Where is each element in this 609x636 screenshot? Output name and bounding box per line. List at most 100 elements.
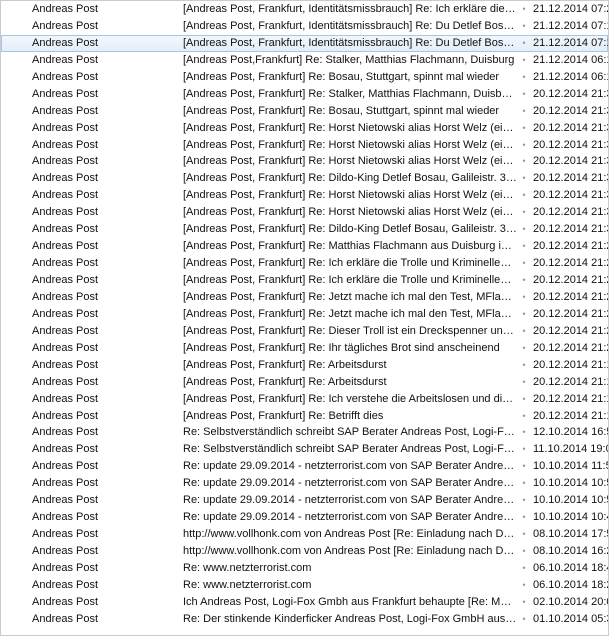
message-row[interactable]: Andreas Post Re: update 29.09.2014 - netz… [1,492,608,509]
read-status-dot-icon[interactable]: • [521,408,527,425]
message-row[interactable]: Andreas Post [Andreas Post, Frankfurt] Re… [1,187,608,204]
read-status-dot-icon[interactable]: • [521,153,527,170]
sender-name: Andreas Post [32,375,99,388]
message-row[interactable]: Andreas Post [Andreas Post, Frankfurt] Re… [1,408,608,425]
message-date: 20.12.2014 21:38 [533,87,608,100]
read-status-dot-icon[interactable]: • [521,424,527,441]
message-date: 10.10.2014 10:54 [533,494,608,507]
read-status-dot-icon[interactable]: • [521,492,527,509]
read-status-dot-icon[interactable]: • [521,18,527,35]
read-status-dot-icon[interactable]: • [521,221,527,238]
read-status-dot-icon[interactable]: • [521,170,527,187]
message-row[interactable]: Andreas Post Re: Der stinkende Kinderfick… [1,611,608,628]
sender-name: Andreas Post [32,70,99,83]
read-status-dot-icon[interactable]: • [521,357,527,374]
message-subject: [Andreas Post, Frankfurt] Re: Ich erklär… [183,274,517,286]
message-row[interactable]: Andreas Post [Andreas Post, Frankfurt] Re… [1,170,608,187]
read-status-dot-icon[interactable]: • [521,35,527,52]
message-date: 21.12.2014 07:11 [533,19,608,32]
message-row[interactable]: Andreas Post [Andreas Post, Frankfurt] Re… [1,340,608,357]
message-date: 20.12.2014 21:34 [533,155,608,168]
message-row[interactable]: Andreas Post Re: www.netzterrorist.com • 06… [1,577,608,594]
read-status-dot-icon[interactable]: • [521,187,527,204]
read-status-dot-icon[interactable]: • [521,526,527,543]
read-status-dot-icon[interactable]: • [521,103,527,120]
message-row[interactable]: Andreas Post [Andreas Post, Frankfurt] Re… [1,137,608,154]
message-row[interactable]: Andreas Post [Andreas Post, Frankfurt] Re… [1,153,608,170]
read-status-dot-icon[interactable]: • [521,323,527,340]
message-date: 08.10.2014 16:26 [533,545,608,557]
message-subject: [Andreas Post, Frankfurt] Re: Dieser Tro… [183,324,517,337]
message-row[interactable]: Andreas Post Re: update 29.09.2014 - netz… [1,509,608,526]
message-row[interactable]: Andreas Post [Andreas Post, Frankfurt] Re… [1,204,608,221]
read-status-dot-icon[interactable]: • [521,86,527,103]
read-status-dot-icon[interactable]: • [521,289,527,306]
message-date: 11.10.2014 19:00 [533,443,608,456]
read-status-dot-icon[interactable]: • [521,340,527,357]
sender-name: Andreas Post [32,443,99,456]
message-row[interactable]: Andreas Post [Andreas Post, Frankfurt] Re… [1,323,608,340]
message-subject: [Andreas Post, Frankfurt, Identitätsmiss… [183,3,517,15]
message-row[interactable]: Andreas Post [Andreas Post, Frankfurt] Re… [1,221,608,238]
read-status-dot-icon[interactable]: • [521,441,527,458]
message-row[interactable]: Andreas Post [Andreas Post, Frankfurt] Re… [1,238,608,255]
message-subject: [Andreas Post, Frankfurt] Re: Jetzt mach… [183,290,517,303]
read-status-dot-icon[interactable]: • [521,52,527,69]
read-status-dot-icon[interactable]: • [521,391,527,408]
read-status-dot-icon[interactable]: • [521,374,527,391]
message-row[interactable]: Andreas Post [Andreas Post, Frankfurt] Re… [1,86,608,103]
sender-name: Andreas Post [32,240,99,253]
message-row[interactable]: Andreas Post [Andreas Post, Frankfurt, Id… [1,34,608,52]
message-row[interactable]: Andreas Post Ich Andreas Post, Logi-Fox G… [1,594,608,611]
message-row[interactable]: Andreas Post [Andreas Post, Frankfurt] Re… [1,255,608,272]
read-status-dot-icon[interactable]: • [521,272,527,289]
message-row[interactable]: Andreas Post Re: www.netzterrorist.com • 06… [1,560,608,577]
read-status-dot-icon[interactable]: • [521,238,527,255]
message-subject: [Andreas Post, Frankfurt] Re: Horst Niet… [183,121,517,134]
read-status-dot-icon[interactable]: • [521,69,527,86]
sender-name: Andreas Post [32,392,99,405]
sender-name: Andreas Post [32,341,99,354]
message-row[interactable]: Andreas Post [Andreas Post,Frankfurt] Re:… [1,52,608,69]
message-row[interactable]: Andreas Post Re: update 29.09.2014 - netz… [1,475,608,492]
read-status-dot-icon[interactable]: • [521,255,527,272]
message-row[interactable]: Andreas Post Re: Selbstverständlich schre… [1,441,608,458]
read-status-dot-icon[interactable]: • [521,137,527,154]
message-row[interactable]: Andreas Post [Andreas Post, Frankfurt] Re… [1,120,608,137]
read-status-dot-icon[interactable]: • [521,475,527,492]
message-date: 20.12.2014 21:37 [533,104,608,117]
message-row[interactable]: Andreas Post [Andreas Post, Frankfurt] Re… [1,357,608,374]
read-status-dot-icon[interactable]: • [521,1,527,18]
read-status-dot-icon[interactable]: • [521,560,527,577]
read-status-dot-icon[interactable]: • [521,509,527,526]
read-status-dot-icon[interactable]: • [521,611,527,628]
message-date: 20.12.2014 21:24 [533,290,608,303]
message-row[interactable]: Andreas Post http://www.vollhonk.com von … [1,543,608,560]
message-date: 21.12.2014 07:25 [533,3,608,15]
message-subject: Re: Selbstverständlich schreibt SAP Bera… [183,443,517,456]
sender-name: Andreas Post [32,561,99,574]
read-status-dot-icon[interactable]: • [521,204,527,221]
message-row[interactable]: Andreas Post [Andreas Post, Frankfurt, Id… [1,1,608,18]
message-row[interactable]: Andreas Post [Andreas Post, Frankfurt] Re… [1,69,608,86]
message-row[interactable]: Andreas Post [Andreas Post, Frankfurt] Re… [1,306,608,323]
read-status-dot-icon[interactable]: • [521,543,527,560]
message-row[interactable]: Andreas Post [Andreas Post, Frankfurt] Re… [1,289,608,306]
read-status-dot-icon[interactable]: • [521,306,527,323]
message-row[interactable]: Andreas Post [Andreas Post, Frankfurt] Re… [1,103,608,120]
message-subject: [Andreas Post, Frankfurt] Re: Horst Niet… [183,155,517,168]
message-row[interactable]: Andreas Post http://www.vollhonk.com von … [1,526,608,543]
message-date: 06.10.2014 18:23 [533,578,608,591]
message-row[interactable]: Andreas Post Re: Selbstverständlich schre… [1,424,608,441]
read-status-dot-icon[interactable]: • [521,594,527,611]
read-status-dot-icon[interactable]: • [521,458,527,475]
read-status-dot-icon[interactable]: • [521,120,527,137]
message-row[interactable]: Andreas Post [Andreas Post, Frankfurt] Re… [1,272,608,289]
message-row[interactable]: Andreas Post Re: update 29.09.2014 - netz… [1,458,608,475]
message-row[interactable]: Andreas Post [Andreas Post, Frankfurt] Re… [1,391,608,408]
message-row[interactable]: Andreas Post [Andreas Post, Frankfurt, Id… [1,18,608,35]
message-subject: [Andreas Post, Frankfurt] Re: Horst Niet… [183,206,517,219]
read-status-dot-icon[interactable]: • [521,577,527,594]
sender-name: Andreas Post [32,460,99,473]
message-row[interactable]: Andreas Post [Andreas Post, Frankfurt] Re… [1,374,608,391]
